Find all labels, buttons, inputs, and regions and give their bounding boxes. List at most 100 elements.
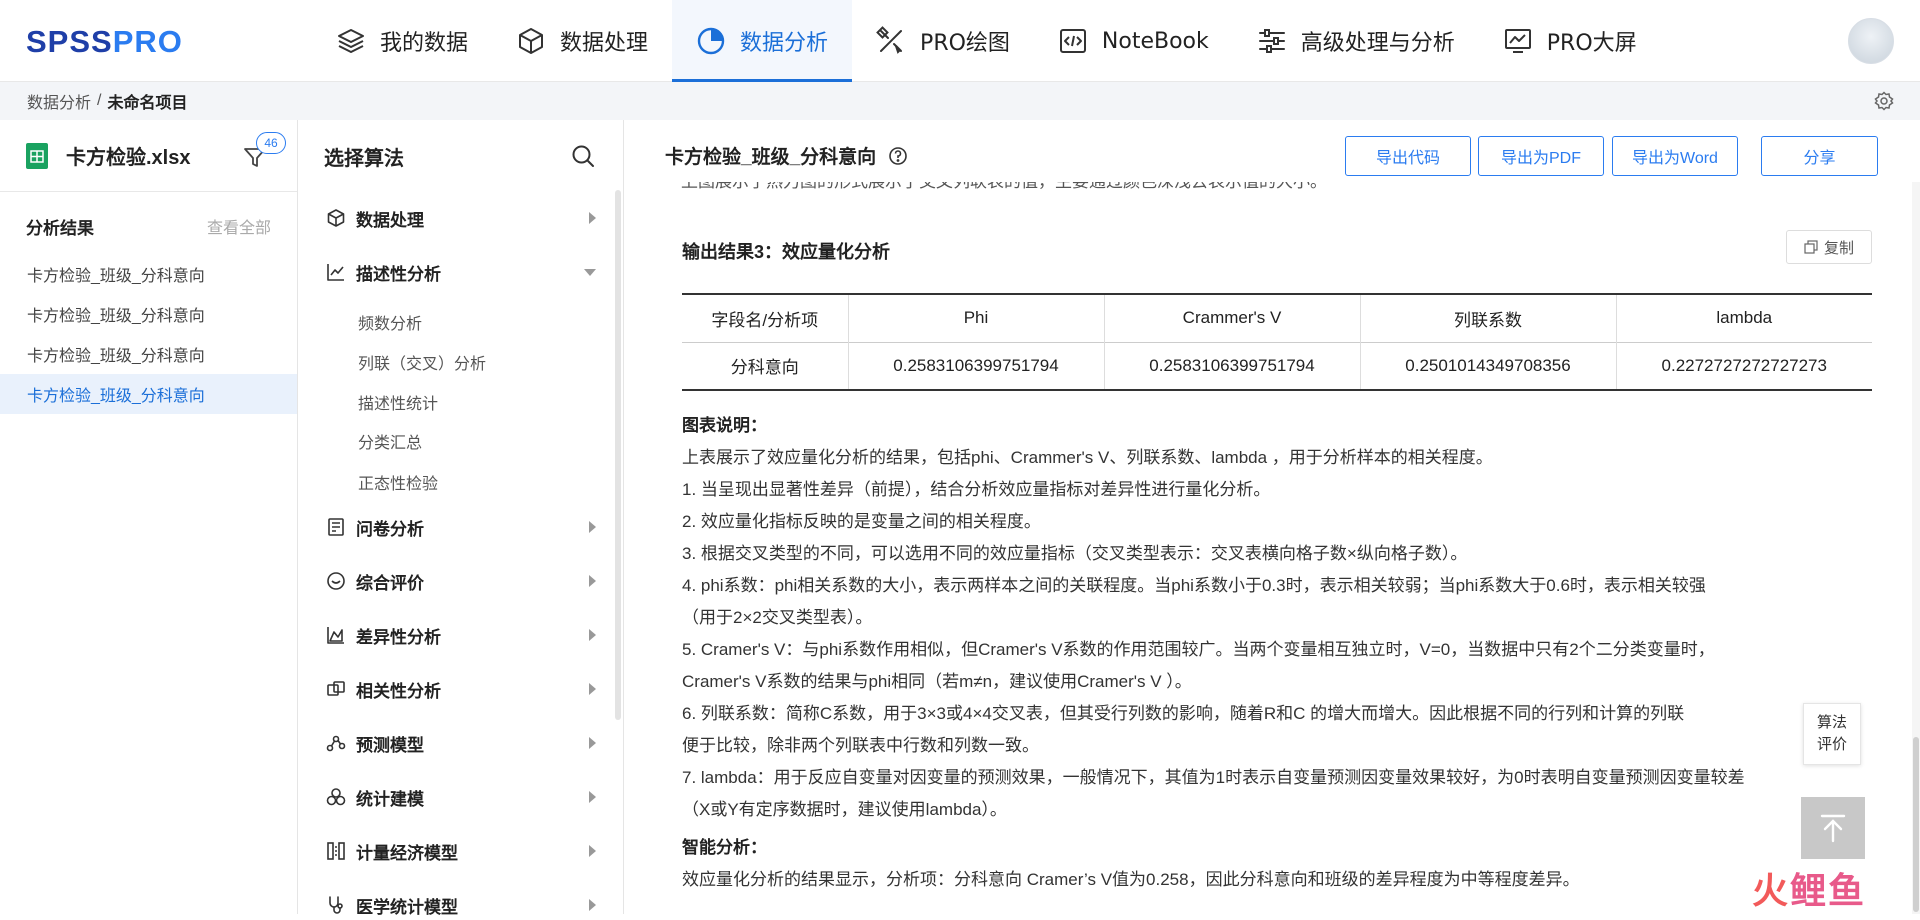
rating-label-2: 评价: [1816, 736, 1847, 753]
note-line: 7. lambda：用于反应自变量对因变量的预测效果，一般情况下，其值为1时表示…: [682, 768, 1745, 787]
gear-icon[interactable]: [1874, 91, 1894, 111]
line-chart-icon: [327, 264, 344, 281]
search-icon[interactable]: [571, 144, 595, 168]
copy-button[interactable]: 复制: [1786, 230, 1872, 264]
export-pdf-button[interactable]: 导出为PDF: [1478, 136, 1604, 176]
columns-icon: [327, 842, 345, 860]
category-label: 综合评价: [356, 573, 424, 593]
view-all-link[interactable]: 查看全部: [207, 214, 271, 238]
algorithm-scrollbar[interactable]: [615, 190, 621, 720]
help-icon[interactable]: [888, 146, 908, 166]
result-item-active[interactable]: 卡方检验_班级_分科意向: [0, 374, 297, 414]
nav-pro-dashboard[interactable]: PRO大屏: [1479, 0, 1661, 82]
table-header: 字段名/分析项: [711, 310, 819, 330]
table-header: Phi: [847, 294, 1104, 342]
file-name[interactable]: 卡方检验.xlsx: [66, 141, 190, 170]
spreadsheet-icon: [26, 142, 48, 169]
share-button[interactable]: 分享: [1761, 136, 1878, 176]
sliders-icon: [1258, 29, 1285, 53]
chevron-right-icon: [589, 629, 596, 641]
chevron-right-icon: [589, 683, 596, 695]
nav-label: 高级处理与分析: [1300, 31, 1455, 56]
note-line: 3. 根据交叉类型的不同，可以选用不同的效应量指标（交叉类型表示：交叉表横向格子…: [682, 544, 1468, 563]
spsspro-logo[interactable]: SPSSPRO: [26, 24, 183, 60]
main-scrollbar[interactable]: [1912, 182, 1920, 914]
algorithm-rating-button[interactable]: 算法 评价: [1803, 703, 1861, 765]
chat-icon: [327, 572, 345, 590]
nodes-icon: [326, 735, 346, 752]
code-icon: [1059, 29, 1086, 53]
layers-icon: [338, 29, 364, 53]
sub-frequency[interactable]: 频数分析: [358, 310, 422, 334]
category-data-processing[interactable]: 数据处理: [326, 203, 596, 233]
breadcrumb-parent[interactable]: 数据分析: [27, 89, 91, 113]
category-econometrics[interactable]: 计量经济模型: [326, 836, 596, 866]
category-survey[interactable]: 问卷分析: [326, 512, 596, 542]
category-label: 预测模型: [356, 735, 424, 755]
smart-analysis-text: 效应量化分析的结果显示，分析项：分科意向 Cramer’s V值为0.258，因…: [682, 870, 1580, 889]
cube-icon: [327, 209, 345, 227]
rating-label-1: 算法: [1816, 714, 1847, 731]
sub-normality[interactable]: 正态性检验: [358, 470, 438, 494]
nav-label: 我的数据: [380, 31, 469, 56]
algorithm-header: 选择算法: [298, 120, 623, 192]
note-line: （X或Y有定序数据时，建议使用lambda）。: [682, 800, 1007, 819]
results-header: 分析结果 查看全部: [0, 198, 297, 254]
chevron-right-icon: [589, 575, 596, 587]
chevron-right-icon: [589, 521, 596, 533]
user-avatar[interactable]: [1848, 18, 1894, 64]
table-cell: 0.2272727272727273: [1615, 342, 1872, 390]
export-code-button[interactable]: 导出代码: [1345, 136, 1471, 176]
note-line: 便于比较，除非两个列联表中行数和列数一致。: [682, 736, 1039, 755]
nav-data-processing[interactable]: 数据处理: [492, 0, 672, 82]
category-label: 统计建模: [356, 789, 424, 809]
table-cell: 0.2583106399751794: [847, 342, 1104, 390]
category-evaluation[interactable]: 综合评价: [326, 566, 596, 596]
nav-label: 数据分析: [740, 31, 829, 56]
nav-advanced[interactable]: 高级处理与分析: [1233, 0, 1479, 82]
result-item[interactable]: 卡方检验_班级_分科意向: [0, 254, 297, 294]
algorithm-panel: 选择算法 数据处理 描述性分析 频数分析 列联（交叉）分析 描述性统计 分类汇总…: [298, 120, 624, 917]
result-item[interactable]: 卡方检验_班级_分科意向: [0, 294, 297, 334]
category-label: 相关性分析: [356, 681, 441, 701]
table-header-row: 字段名/分析项 Phi Crammer's V 列联系数 lambda: [682, 294, 1872, 342]
category-stat-modeling[interactable]: 统计建模: [326, 782, 596, 812]
nav-my-data[interactable]: 我的数据: [312, 0, 492, 82]
chart-notes: 图表说明： 上表展示了效应量化分析的结果，包括phi、Crammer's V、列…: [682, 410, 1882, 896]
back-to-top-button[interactable]: [1801, 797, 1865, 859]
main-nav: 我的数据 数据处理 数据分析 PRO绘图 NoteBook 高级处理与分析 PR…: [312, 0, 1661, 82]
table-header: Crammer's V: [1103, 294, 1360, 342]
export-word-button[interactable]: 导出为Word: [1612, 136, 1738, 176]
table-cell: 0.2501014349708356: [1359, 342, 1616, 390]
table-cell: 0.2583106399751794: [1103, 342, 1360, 390]
note-line: 4. phi系数：phi相关系数的大小，表示两样本之间的关联程度。当phi系数小…: [682, 576, 1706, 595]
nav-data-analysis[interactable]: 数据分析: [672, 0, 853, 82]
note-line: 6. 列联系数：简称C系数，用于3×3或4×4交叉表，但其受行列数的影响，随着R…: [682, 704, 1685, 723]
note-line: Cramer's V系数的结果与phi相同（若m≠n，建议使用Cramer's …: [682, 672, 1192, 691]
output-title: 输出结果3：效应量化分析: [682, 242, 891, 262]
nav-pro-drawing[interactable]: PRO绘图: [852, 0, 1034, 82]
copy-icon: [1804, 240, 1818, 254]
watermark-logo: 火鲤鱼: [1752, 871, 1867, 912]
sub-crosstab[interactable]: 列联（交叉）分析: [358, 350, 486, 374]
category-difference[interactable]: 差异性分析: [326, 620, 596, 650]
copy-label: 复制: [1823, 239, 1854, 257]
category-descriptive[interactable]: 描述性分析: [326, 257, 596, 287]
chevron-down-icon: [584, 269, 596, 276]
category-correlation[interactable]: 相关性分析: [326, 674, 596, 704]
pie-chart-icon: [697, 27, 725, 55]
scrollbar-thumb[interactable]: [1913, 737, 1919, 912]
sub-descriptive-stats[interactable]: 描述性统计: [358, 390, 438, 414]
nav-label: 数据处理: [560, 31, 649, 56]
result-item[interactable]: 卡方检验_班级_分科意向: [0, 334, 297, 374]
partial-text-line: 上图展示了热力图的形式展示了交叉列联表的值，主要通过颜色深浅去表示值的大小。: [681, 182, 1327, 192]
sub-group-summary[interactable]: 分类汇总: [358, 429, 422, 453]
note-line: 上表展示了效应量化分析的结果，包括phi、Crammer's V、列联系数、la…: [682, 448, 1493, 467]
table-header: 列联系数: [1359, 294, 1616, 342]
nav-notebook[interactable]: NoteBook: [1034, 0, 1233, 82]
category-medical[interactable]: 医学统计模型: [326, 890, 596, 920]
results-title: 分析结果: [26, 218, 94, 238]
category-prediction[interactable]: 预测模型: [326, 728, 596, 758]
breadcrumb: 数据分析 / 未命名项目: [0, 82, 1920, 120]
category-label: 数据处理: [356, 210, 424, 230]
